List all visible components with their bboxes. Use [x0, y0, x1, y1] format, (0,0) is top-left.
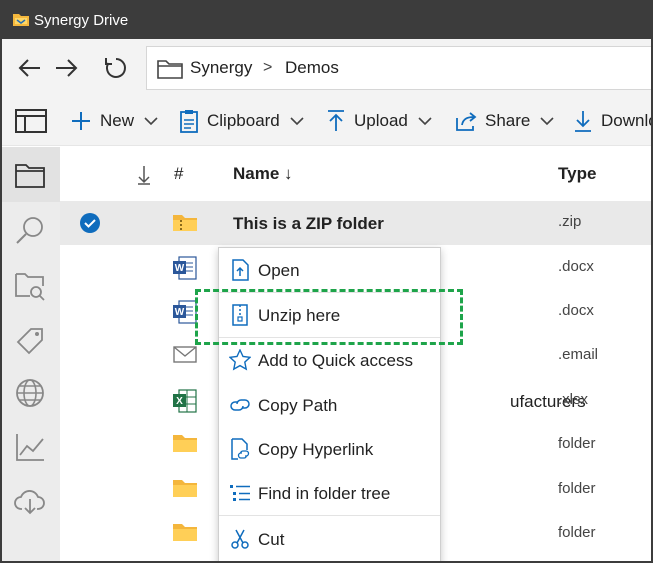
folder-icon	[173, 524, 197, 541]
svg-text:W: W	[175, 263, 185, 274]
forward-arrow-icon[interactable]	[52, 54, 80, 82]
menu-item-cut[interactable]: Cut	[219, 517, 440, 561]
tag-icon[interactable]	[14, 325, 46, 357]
file-type: folder	[558, 480, 596, 497]
panel-toggle-icon[interactable]	[15, 109, 47, 133]
menu-item-label: Add to Quick access	[258, 351, 413, 370]
file-type: folder	[558, 435, 596, 452]
download-icon	[575, 111, 591, 132]
menu-item-label: Open	[258, 261, 300, 280]
globe-icon[interactable]	[14, 377, 46, 409]
scissors-icon	[231, 529, 249, 549]
chevron-down-icon	[418, 117, 432, 126]
plus-icon	[72, 112, 90, 130]
new-label: New	[100, 111, 135, 130]
file-type: .docx	[558, 258, 594, 275]
clipboard-button[interactable]: Clipboard	[179, 106, 304, 136]
word-icon: W	[173, 256, 197, 280]
clipboard-label: Clipboard	[207, 111, 280, 130]
search-icon[interactable]	[14, 214, 46, 246]
folder-search-icon[interactable]	[14, 269, 46, 301]
new-button[interactable]: New	[70, 106, 158, 136]
upload-button[interactable]: Upload	[326, 106, 432, 136]
file-type: .docx	[558, 302, 594, 319]
menu-divider	[219, 515, 440, 516]
window-title: Synergy Drive	[34, 12, 129, 29]
zip-folder-icon	[173, 215, 197, 231]
folder-icon[interactable]	[14, 159, 46, 191]
app-window: Synergy Drive Synergy > Demos New Clipbo…	[0, 0, 653, 563]
cloud-download-icon[interactable]	[14, 485, 46, 517]
download-button[interactable]: Downlo	[573, 106, 653, 136]
breadcrumb-folder-icon	[157, 60, 183, 79]
index-column-header[interactable]: #	[174, 164, 183, 184]
back-arrow-icon[interactable]	[16, 54, 44, 82]
name-column-header[interactable]: Name ↓	[233, 164, 293, 184]
navigation-bar: Synergy > Demos	[2, 39, 651, 97]
chevron-down-icon	[290, 117, 304, 126]
share-label: Share	[485, 111, 531, 130]
refresh-icon[interactable]	[102, 54, 130, 82]
clipboard-icon	[180, 110, 198, 133]
svg-text:X: X	[176, 396, 183, 407]
file-name: This is a ZIP folder	[233, 214, 384, 233]
app-folder-icon	[13, 14, 29, 26]
chevron-down-icon	[540, 117, 554, 126]
menu-item-copy-path[interactable]: Copy Path	[219, 383, 440, 427]
menu-item-label: Find in folder tree	[258, 484, 391, 503]
breadcrumb[interactable]: Synergy > Demos	[146, 46, 651, 90]
file-type: folder	[558, 524, 596, 541]
share-icon	[456, 112, 477, 131]
menu-item-copy-hyperlink[interactable]: Copy Hyperlink	[219, 427, 440, 471]
sort-down-arrow-icon[interactable]	[137, 165, 151, 185]
chart-icon[interactable]	[14, 431, 46, 463]
chevron-down-icon	[144, 117, 158, 126]
breadcrumb-item[interactable]: Synergy	[190, 58, 252, 78]
type-column-header[interactable]: Type	[558, 164, 596, 184]
open-icon	[232, 259, 249, 281]
menu-item-find-in-folder-tree[interactable]: Find in folder tree	[219, 471, 440, 515]
unzip-highlight-frame	[195, 289, 463, 345]
email-icon	[173, 346, 197, 363]
menu-item-label: Copy Path	[258, 396, 338, 415]
list-header: # Name ↓ Type	[60, 147, 651, 199]
file-type: .zip	[558, 213, 582, 230]
breadcrumb-item[interactable]: Demos	[285, 58, 339, 78]
share-button[interactable]: Share	[455, 106, 554, 136]
breadcrumb-separator: >	[263, 59, 273, 76]
excel-icon: X	[173, 389, 197, 413]
menu-item-open[interactable]: Open	[219, 248, 440, 292]
table-row[interactable]: This is a ZIP folder .zip	[60, 201, 651, 245]
star-icon	[229, 349, 251, 371]
folder-icon	[173, 435, 197, 452]
hyperlink-icon	[231, 438, 250, 460]
file-type: .xlsx	[558, 391, 588, 408]
folder-icon	[173, 480, 197, 497]
tree-list-icon	[230, 485, 250, 501]
menu-item-label: Cut	[258, 530, 285, 549]
download-label: Downlo	[601, 111, 653, 130]
svg-text:W: W	[175, 307, 185, 318]
checkmark-icon[interactable]	[80, 213, 100, 233]
toolbar: New Clipboard Upload Share Downlo	[2, 97, 653, 146]
upload-icon	[328, 110, 344, 131]
file-type: .email	[558, 346, 599, 363]
title-bar: Synergy Drive	[2, 2, 651, 39]
menu-item-label: Copy Hyperlink	[258, 440, 374, 459]
upload-label: Upload	[354, 111, 408, 130]
link-icon	[230, 399, 250, 411]
sidebar	[2, 147, 60, 561]
